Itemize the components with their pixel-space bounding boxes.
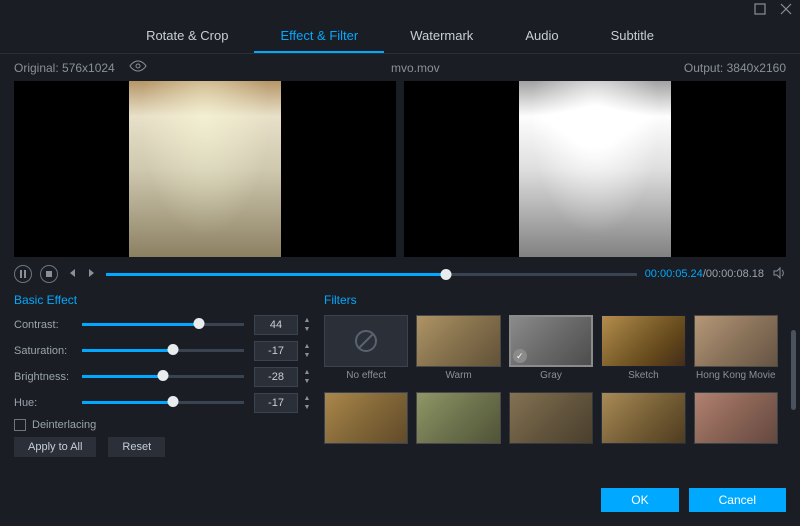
effect-slider[interactable] [82,343,244,359]
time-total: 00:00:08.18 [706,268,764,280]
filter-thumbnail[interactable] [416,315,500,367]
deinterlacing-checkbox[interactable]: Deinterlacing [14,419,314,431]
stepper-up-icon[interactable]: ▲ [300,316,314,325]
check-icon: ✓ [513,349,527,363]
effect-value[interactable]: 44 [254,315,298,335]
effect-label: Hue: [14,397,82,409]
volume-icon[interactable] [772,266,786,283]
seek-slider[interactable] [106,266,637,282]
filter-label: Hong Kong Movie [694,370,778,384]
filter-label [416,447,500,461]
effect-slider[interactable] [82,317,244,333]
reset-button[interactable]: Reset [108,437,165,457]
effect-value[interactable]: -28 [254,367,298,387]
effect-slider[interactable] [82,395,244,411]
filter-thumbnail[interactable] [601,392,685,444]
filter-thumbnail[interactable] [324,392,408,444]
filters-scrollbar[interactable] [791,330,796,410]
filter-label: Warm [416,370,500,384]
tab-watermark[interactable]: Watermark [384,20,499,53]
stepper-down-icon[interactable]: ▼ [300,377,314,386]
filter-thumbnail[interactable]: ✓ [509,315,593,367]
filter-thumbnail[interactable] [601,315,685,367]
filename-label: mvo.mov [147,61,684,75]
tab-effect-filter[interactable]: Effect & Filter [254,20,384,53]
maximize-icon[interactable] [754,3,766,18]
pause-button[interactable] [14,265,32,283]
filter-label: No effect [324,370,408,384]
tab-subtitle[interactable]: Subtitle [585,20,680,53]
deinterlacing-label: Deinterlacing [32,419,96,431]
stepper-down-icon[interactable]: ▼ [300,325,314,334]
effect-label: Contrast: [14,319,82,331]
filter-label: Sketch [601,370,685,384]
next-frame-button[interactable] [86,267,98,282]
filter-label: Gray [509,370,593,384]
tab-rotate-crop[interactable]: Rotate & Crop [120,20,254,53]
effect-value[interactable]: -17 [254,393,298,413]
filter-thumbnail[interactable] [416,392,500,444]
stop-button[interactable] [40,265,58,283]
preview-toggle-icon[interactable] [129,60,147,75]
tab-bar: Rotate & Crop Effect & Filter Watermark … [0,20,800,54]
filter-label [324,447,408,461]
output-size-label: Output: 3840x2160 [684,61,786,75]
filter-label [694,447,778,461]
cancel-button[interactable]: Cancel [689,488,786,512]
effect-value[interactable]: -17 [254,341,298,361]
prev-frame-button[interactable] [66,267,78,282]
filter-thumbnail[interactable] [509,392,593,444]
filter-thumbnail[interactable] [324,315,408,367]
filter-thumbnail[interactable] [694,392,778,444]
original-size-label: Original: 576x1024 [14,61,115,75]
filter-thumbnail[interactable] [694,315,778,367]
preview-original [14,81,396,257]
stepper-up-icon[interactable]: ▲ [300,368,314,377]
effect-slider[interactable] [82,369,244,385]
effect-label: Brightness: [14,371,82,383]
basic-effect-title: Basic Effect [14,293,314,307]
preview-output [404,81,786,257]
apply-to-all-button[interactable]: Apply to All [14,437,96,457]
stepper-up-icon[interactable]: ▲ [300,394,314,403]
ok-button[interactable]: OK [601,488,678,512]
filter-label [509,447,593,461]
time-current: 00:00:05.24 [645,268,703,280]
checkbox-icon [14,419,26,431]
filters-title: Filters [324,293,786,307]
close-icon[interactable] [780,3,792,18]
stepper-up-icon[interactable]: ▲ [300,342,314,351]
filter-label [601,447,685,461]
tab-audio[interactable]: Audio [499,20,584,53]
effect-label: Saturation: [14,345,82,357]
stepper-down-icon[interactable]: ▼ [300,351,314,360]
stepper-down-icon[interactable]: ▼ [300,403,314,412]
